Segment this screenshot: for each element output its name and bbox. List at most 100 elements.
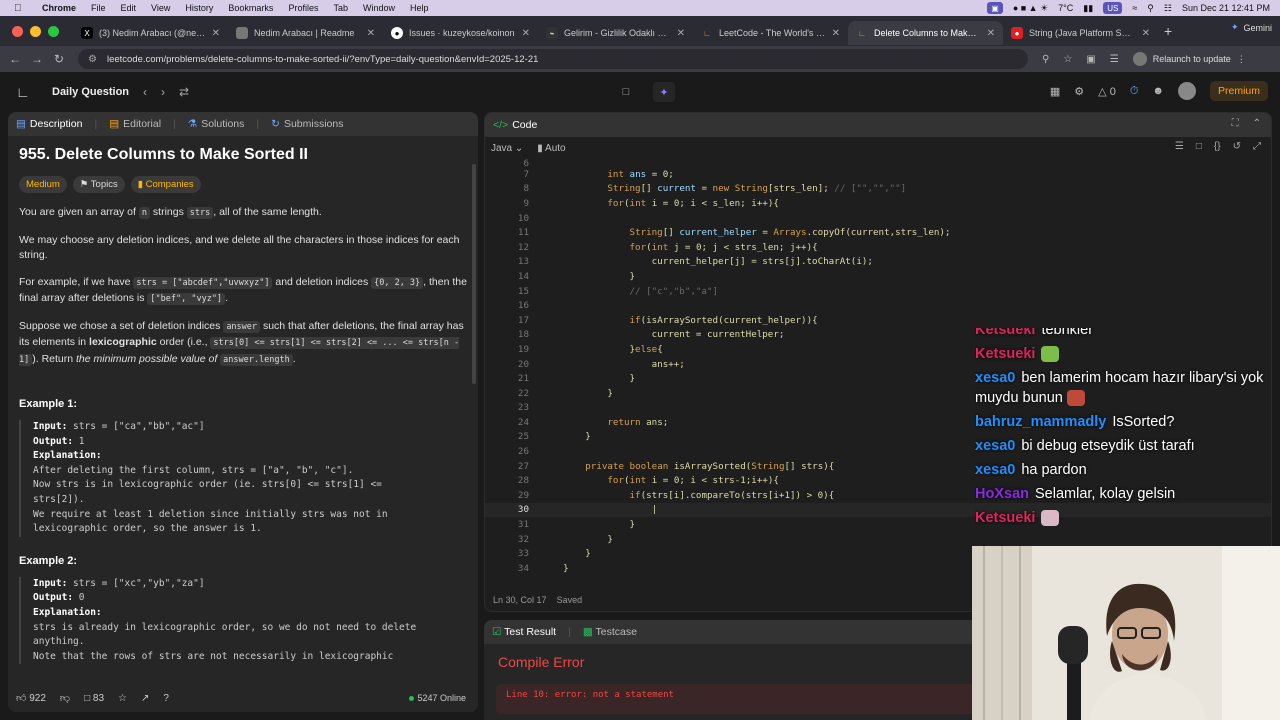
- collapse-icon[interactable]: ⌃: [1253, 118, 1261, 129]
- reset-icon[interactable]: ↺: [1233, 141, 1241, 152]
- zoom-icon[interactable]: ⚲: [1042, 54, 1049, 65]
- profile-avatar[interactable]: [1132, 52, 1147, 66]
- tab-test-result[interactable]: ☑ Test Result: [492, 626, 556, 638]
- tab-editorial[interactable]: ▤ Editorial: [109, 118, 161, 130]
- menu-profiles[interactable]: Profiles: [288, 3, 318, 13]
- back-arrow-icon[interactable]: ←: [4, 52, 26, 66]
- reading-list-icon[interactable]: ☰: [1110, 54, 1119, 65]
- language-select[interactable]: Java ⌄: [491, 143, 523, 154]
- close-tab-icon[interactable]: ✕: [987, 28, 995, 39]
- battery-icon[interactable]: ▮▮: [1083, 3, 1093, 14]
- browser-tab[interactable]: Nedim Arabacı | Readme ✕: [228, 21, 383, 45]
- scrollbar[interactable]: [472, 164, 476, 384]
- minimize-window-button[interactable]: [30, 25, 41, 37]
- add-friend-icon[interactable]: ☻: [1152, 85, 1164, 97]
- menu-bookmarks[interactable]: Bookmarks: [228, 3, 273, 13]
- layout-grid-icon[interactable]: ▦: [1050, 85, 1060, 98]
- auto-mode[interactable]: ▮ Auto: [537, 143, 565, 154]
- close-tab-icon[interactable]: ✕: [677, 28, 685, 39]
- tab-submissions[interactable]: ↻ Submissions: [271, 118, 343, 130]
- daily-question-link[interactable]: Daily Question: [52, 86, 129, 98]
- help-icon[interactable]: ?: [163, 693, 169, 704]
- status-icons[interactable]: ● ■ ▲ ☀: [1013, 3, 1048, 14]
- browser-tab-active[interactable]: ∟Delete Columns to Make Sorte✕: [848, 21, 1003, 45]
- dislike-icon[interactable]: 👎︎: [60, 692, 70, 704]
- relaunch-button[interactable]: Relaunch to update ⋮: [1132, 52, 1246, 66]
- search-icon[interactable]: ⚲: [1147, 3, 1154, 14]
- difficulty-badge[interactable]: Medium: [19, 176, 67, 193]
- settings-gear-icon[interactable]: ⚙: [1074, 85, 1084, 98]
- line-number: 24: [517, 416, 529, 428]
- github-logo-icon: ●: [391, 27, 403, 39]
- cast-icon[interactable]: ▣: [1086, 54, 1095, 65]
- topics-badge[interactable]: ⚑ Topics: [72, 176, 125, 193]
- streak-counter[interactable]: △ 0: [1098, 85, 1116, 98]
- close-tab-icon[interactable]: ✕: [522, 28, 530, 39]
- thumbs-up-icon: 👍︎: [16, 693, 27, 704]
- apple-icon[interactable]: : [14, 3, 30, 14]
- menu-file[interactable]: File: [91, 3, 106, 13]
- zoom-window-button[interactable]: [48, 25, 59, 37]
- site-settings-icon[interactable]: ⚙: [88, 54, 97, 65]
- format-icon[interactable]: ☰: [1175, 141, 1184, 152]
- braces-icon[interactable]: {}: [1214, 141, 1221, 152]
- like-button[interactable]: 👍︎ 922: [16, 692, 46, 704]
- tab-description[interactable]: ▤ Description: [16, 118, 82, 130]
- shuffle-icon[interactable]: ⇄: [179, 85, 189, 99]
- premium-button[interactable]: Premium: [1209, 81, 1268, 101]
- lock-icon: ▮: [537, 142, 543, 154]
- leetcode-logo-icon: ∟: [703, 28, 711, 38]
- menu-app-name[interactable]: Chrome: [42, 3, 76, 13]
- close-tab-icon[interactable]: ✕: [367, 28, 375, 39]
- forward-arrow-icon[interactable]: →: [26, 52, 48, 66]
- browser-tab[interactable]: ⌁ Gelirim - Gizlilik Odaklı Finan ✕: [538, 21, 693, 45]
- next-question-icon[interactable]: ›: [161, 85, 165, 99]
- fullscreen-icon[interactable]: ⤢: [1253, 141, 1261, 152]
- keyboard-layout[interactable]: US: [1103, 2, 1123, 14]
- url-field[interactable]: ⚙ leetcode.com/problems/delete-columns-t…: [78, 49, 1028, 69]
- menu-tab[interactable]: Tab: [333, 3, 348, 13]
- browser-tab[interactable]: ● String (Java Platform SE 8 ) ✕: [1003, 21, 1158, 45]
- browser-tab[interactable]: ● Issues · kuzeykose/koinon ✕: [383, 21, 538, 45]
- bookmark-icon[interactable]: □: [1196, 141, 1202, 152]
- menu-view[interactable]: View: [151, 3, 170, 13]
- bookmark-star-icon[interactable]: ☆: [1063, 54, 1072, 65]
- user-avatar[interactable]: [1177, 82, 1196, 100]
- ai-assistant-icon[interactable]: ✦: [653, 82, 675, 102]
- compile-error-message: Line 10: error: not a statement: [496, 684, 976, 714]
- problem-title: 955. Delete Columns to Make Sorted II: [19, 146, 308, 163]
- menu-history[interactable]: History: [185, 3, 213, 13]
- problem-paragraph: For example, if we have strs = ["abcdef"…: [19, 275, 467, 305]
- reload-icon[interactable]: ↻: [48, 52, 70, 66]
- menu-datetime[interactable]: Sun Dec 21 12:41 PM: [1182, 3, 1270, 13]
- close-tab-icon[interactable]: ✕: [832, 28, 840, 39]
- tab-solutions[interactable]: ⚗ Solutions: [188, 118, 245, 130]
- prev-question-icon[interactable]: ‹: [143, 85, 147, 99]
- weather-temp[interactable]: 7°C: [1058, 3, 1073, 13]
- notes-icon[interactable]: □: [615, 82, 637, 102]
- close-window-button[interactable]: [12, 25, 23, 37]
- gemini-button[interactable]: ✦ Gemini: [1231, 22, 1272, 33]
- expand-icon[interactable]: ⛶: [1232, 118, 1239, 129]
- control-center-icon[interactable]: ☷: [1164, 3, 1172, 14]
- menu-edit[interactable]: Edit: [121, 3, 137, 13]
- new-tab-button[interactable]: +: [1164, 23, 1172, 39]
- timer-icon[interactable]: ⏱: [1130, 85, 1139, 98]
- tab-testcase[interactable]: ▩ Testcase: [583, 626, 637, 638]
- share-icon[interactable]: ↗: [141, 693, 149, 704]
- menu-help[interactable]: Help: [410, 3, 429, 13]
- close-tab-icon[interactable]: ✕: [1142, 28, 1150, 39]
- chat-message: xesa0 ha pardon: [975, 462, 1087, 478]
- comments-button[interactable]: □ 83: [84, 693, 104, 704]
- companies-badge[interactable]: ▮ Companies: [130, 176, 201, 193]
- menu-window[interactable]: Window: [363, 3, 395, 13]
- close-tab-icon[interactable]: ✕: [212, 28, 220, 39]
- online-count: 5247 Online: [409, 693, 466, 703]
- screen-share-icon[interactable]: ▣: [987, 2, 1003, 14]
- browser-tab[interactable]: X (3) Nedim Arabacı (@needim ✕: [73, 21, 228, 45]
- wifi-icon[interactable]: ≈: [1132, 3, 1137, 13]
- browser-tab[interactable]: ∟LeetCode - The World's Leadi✕: [693, 21, 848, 45]
- more-menu-icon[interactable]: ⋮: [1237, 54, 1246, 65]
- star-icon[interactable]: ☆: [118, 693, 127, 704]
- leetcode-logo-icon[interactable]: ∟: [16, 84, 32, 100]
